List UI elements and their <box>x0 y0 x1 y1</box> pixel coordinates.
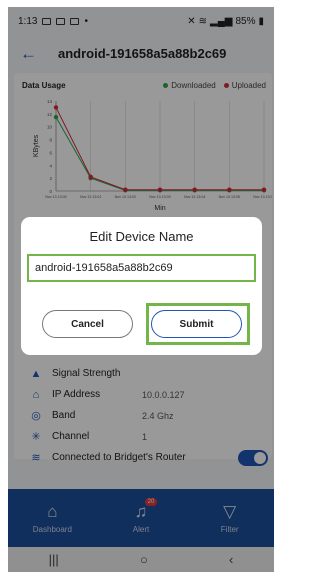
edit-device-name-dialog: Edit Device Name Cancel Submit <box>21 217 262 355</box>
device-name-field[interactable] <box>27 254 256 282</box>
dialog-title: Edit Device Name <box>89 229 194 244</box>
device-name-input[interactable] <box>35 262 248 274</box>
phone-screen: 1:13 • ✕ ≋ ▂▄▆ 85% ▮ ← android-191658a5a… <box>8 7 274 572</box>
submit-button[interactable]: Submit <box>151 310 242 338</box>
cancel-button[interactable]: Cancel <box>42 310 133 338</box>
